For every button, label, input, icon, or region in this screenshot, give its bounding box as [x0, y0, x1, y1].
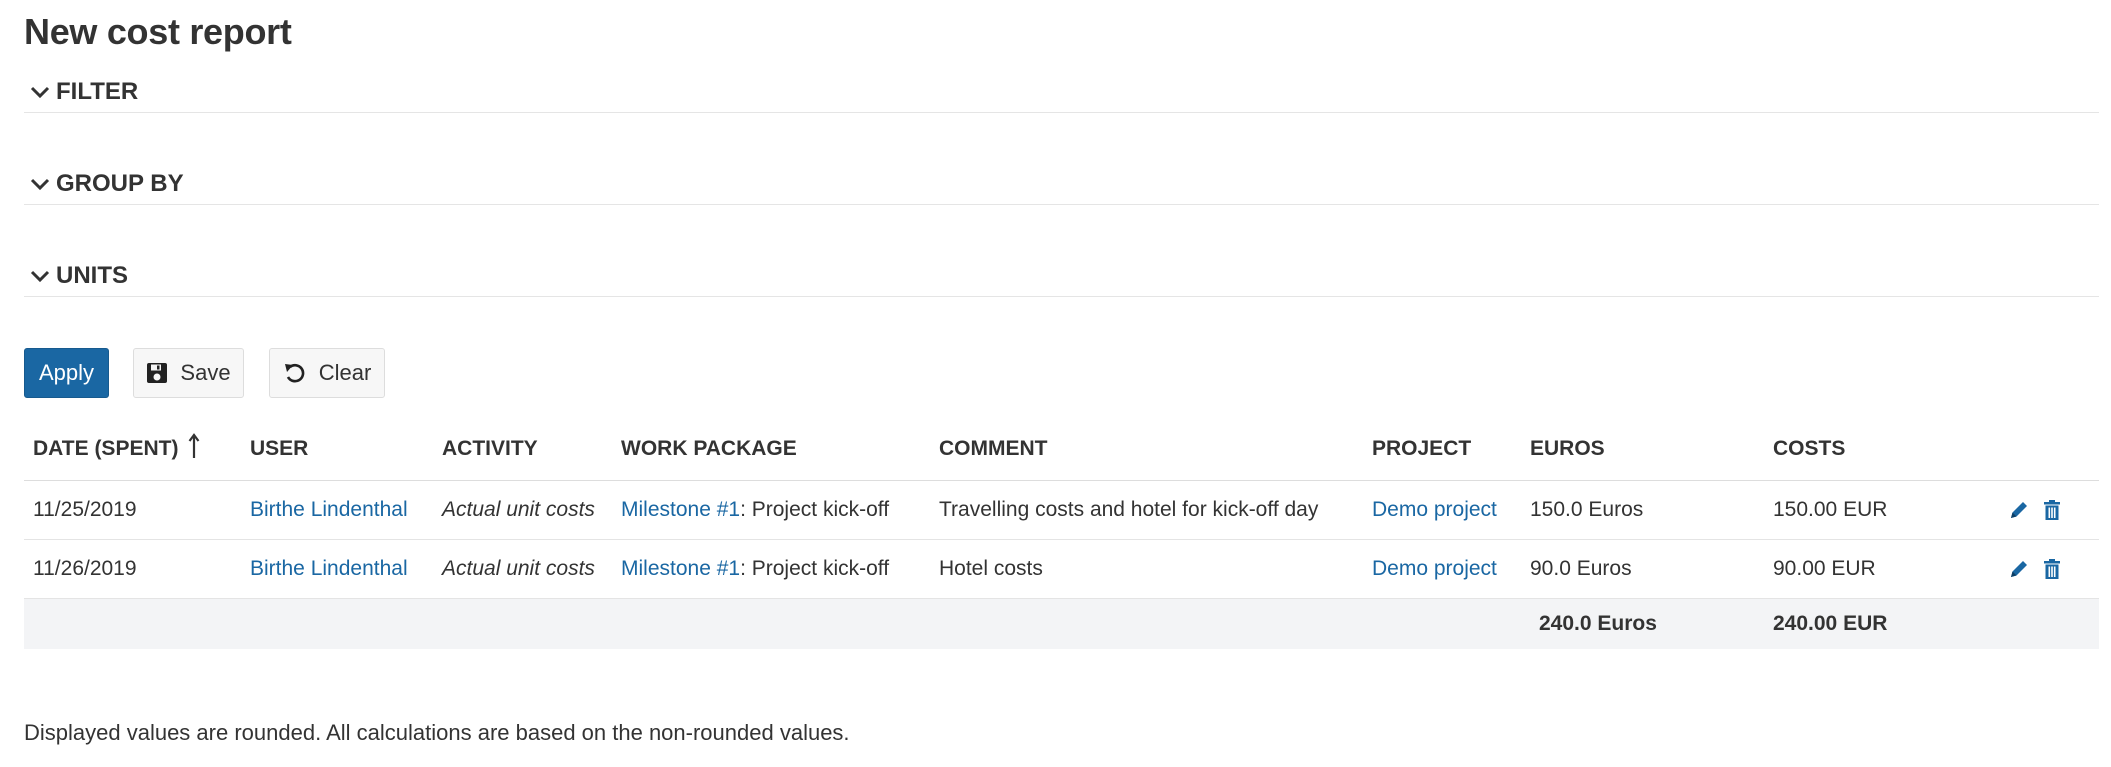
delete-trash-icon[interactable] — [2042, 558, 2062, 580]
filter-section: FILTER — [24, 68, 2099, 113]
user-link[interactable]: Birthe Lindenthal — [250, 498, 408, 521]
total-costs: 240.00 EUR — [1764, 598, 1999, 649]
column-header-project[interactable]: PROJECT — [1363, 418, 1521, 481]
cell-activity: Actual unit costs — [433, 480, 612, 540]
column-header-date[interactable]: DATE (SPENT) — [24, 418, 241, 481]
table-header-row: DATE (SPENT) USER ACTIVITY WORK PACKAGE … — [24, 418, 2099, 481]
delete-trash-icon[interactable] — [2042, 499, 2062, 521]
units-section: UNITS — [24, 252, 2099, 297]
edit-pencil-icon[interactable] — [2008, 499, 2030, 521]
filter-label: FILTER — [56, 78, 139, 105]
cost-entries-table: DATE (SPENT) USER ACTIVITY WORK PACKAGE … — [24, 418, 2099, 649]
rounding-note: Displayed values are rounded. All calcul… — [24, 720, 850, 745]
totals-row: 240.0 Euros 240.00 EUR — [24, 598, 2099, 649]
column-header-costs[interactable]: COSTS — [1764, 418, 1999, 481]
project-link[interactable]: Demo project — [1372, 557, 1497, 580]
totals-actions-spacer — [1999, 598, 2099, 649]
units-label: UNITS — [56, 262, 128, 289]
cell-date: 11/25/2019 — [24, 480, 241, 540]
cell-euros: 90.0 Euros — [1521, 539, 1764, 599]
cell-comment: Travelling costs and hotel for kick-off … — [930, 480, 1363, 540]
table-row: 11/26/2019 Birthe Lindenthal Actual unit… — [24, 539, 2099, 599]
save-button[interactable]: Save — [133, 348, 244, 398]
total-euros: 240.0 Euros — [1521, 598, 1764, 649]
column-header-euros[interactable]: EUROS — [1521, 418, 1764, 481]
clear-button[interactable]: Clear — [269, 348, 385, 398]
chevron-down-icon — [30, 177, 50, 191]
cell-costs: 90.00 EUR — [1764, 539, 1999, 599]
row-actions — [2008, 499, 2099, 521]
column-header-actions — [1999, 418, 2099, 481]
apply-button[interactable]: Apply — [24, 348, 109, 398]
filter-toggle[interactable]: FILTER — [30, 78, 138, 106]
page-title: New cost report — [24, 11, 292, 52]
work-package-link[interactable]: Milestone #1 — [621, 498, 740, 521]
sort-ascending-arrow-icon — [188, 433, 200, 465]
group-by-label: GROUP BY — [56, 170, 184, 197]
group-by-toggle[interactable]: GROUP BY — [30, 170, 184, 198]
edit-pencil-icon[interactable] — [2008, 558, 2030, 580]
cell-costs: 150.00 EUR — [1764, 480, 1999, 540]
table-row: 11/25/2019 Birthe Lindenthal Actual unit… — [24, 480, 2099, 540]
totals-spacer — [24, 598, 1521, 649]
column-header-activity[interactable]: ACTIVITY — [433, 418, 612, 481]
group-by-section: GROUP BY — [24, 160, 2099, 205]
cell-activity: Actual unit costs — [433, 539, 612, 599]
units-toggle[interactable]: UNITS — [30, 262, 128, 290]
cell-euros: 150.0 Euros — [1521, 480, 1764, 540]
chevron-down-icon — [30, 85, 50, 99]
clear-label: Clear — [318, 360, 372, 385]
work-package-link[interactable]: Milestone #1 — [621, 557, 740, 580]
user-link[interactable]: Birthe Lindenthal — [250, 557, 408, 580]
row-actions — [2008, 558, 2099, 580]
cell-date: 11/26/2019 — [24, 539, 241, 599]
work-package-subject: : Project kick-off — [740, 498, 890, 521]
column-header-work-package[interactable]: WORK PACKAGE — [612, 418, 930, 481]
chevron-down-icon — [30, 269, 50, 283]
cell-comment: Hotel costs — [930, 539, 1363, 599]
floppy-disk-icon — [146, 362, 168, 384]
column-header-user[interactable]: USER — [241, 418, 433, 481]
undo-icon — [283, 362, 307, 384]
project-link[interactable]: Demo project — [1372, 498, 1497, 521]
work-package-subject: : Project kick-off — [740, 557, 890, 580]
column-header-comment[interactable]: COMMENT — [930, 418, 1363, 481]
save-label: Save — [180, 360, 231, 385]
